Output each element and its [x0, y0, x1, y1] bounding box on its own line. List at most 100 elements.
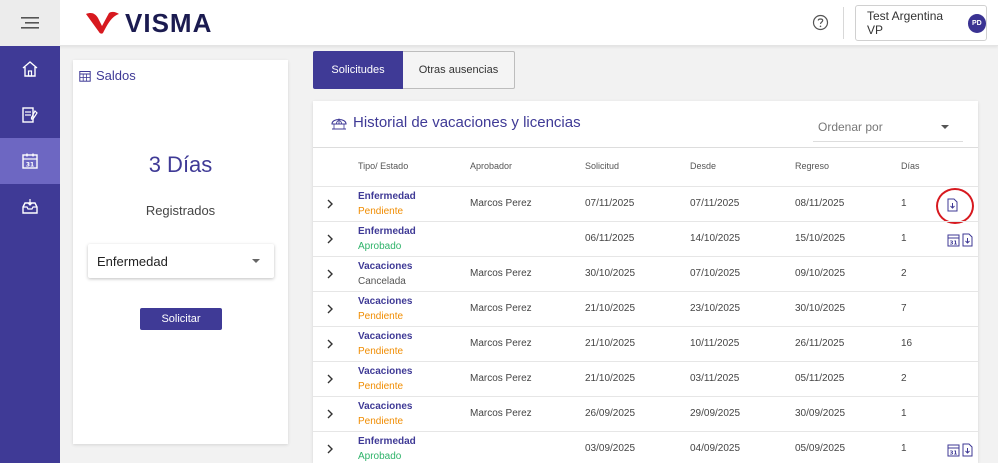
caret-down-icon[interactable] [941, 125, 949, 129]
row-from-date: 03/11/2025 [690, 373, 740, 384]
row-from-date: 23/10/2025 [690, 303, 741, 314]
chevron-right-icon[interactable] [325, 303, 335, 315]
row-from-date: 29/09/2025 [690, 408, 741, 419]
row-request-date: 21/10/2025 [585, 338, 636, 349]
row-return-date: 15/10/2025 [795, 233, 846, 244]
svg-text:31: 31 [950, 241, 958, 247]
chevron-right-icon[interactable] [325, 198, 335, 210]
visma-swoosh-icon [86, 11, 119, 34]
tab-otras-ausencias[interactable]: Otras ausencias [403, 51, 515, 89]
row-status: Cancelada [358, 276, 406, 287]
sidebar-item-requests[interactable] [0, 92, 60, 138]
row-request-date: 07/11/2025 [585, 198, 635, 209]
row-status: Pendiente [358, 381, 404, 392]
column-header-regreso[interactable]: Regreso [795, 161, 829, 171]
row-approver: Marcos Perez [470, 198, 532, 209]
beach-umbrella-icon [331, 118, 347, 129]
row-approver: Marcos Perez [470, 373, 532, 384]
row-type: Vacaciones [358, 261, 413, 272]
highlight-circle [936, 188, 974, 224]
help-icon[interactable] [812, 14, 829, 31]
visma-logo[interactable]: VISMA [85, 8, 212, 38]
row-from-date: 14/10/2025 [690, 233, 741, 244]
sort-underline [813, 141, 963, 142]
row-request-date: 03/09/2025 [585, 443, 636, 454]
calendar-add-icon[interactable]: 31 [947, 443, 960, 457]
request-button[interactable]: Solicitar [140, 308, 222, 330]
hamburger-menu-button[interactable] [0, 0, 60, 46]
chevron-right-icon[interactable] [325, 408, 335, 420]
hamburger-icon [21, 17, 39, 29]
balance-status: Registrados [145, 203, 216, 218]
row-approver: Marcos Perez [470, 268, 532, 279]
column-header-solicitud[interactable]: Solicitud [585, 161, 619, 171]
row-return-date: 30/09/2025 [795, 408, 846, 419]
sidebar-item-home[interactable] [0, 46, 60, 92]
user-name: Test Argentina VP [867, 9, 944, 37]
chevron-right-icon[interactable] [325, 443, 335, 455]
column-header-tipo[interactable]: Tipo/ Estado [358, 161, 408, 171]
row-request-date: 21/10/2025 [585, 373, 636, 384]
row-return-date: 05/11/2025 [795, 373, 845, 384]
document-edit-icon [22, 107, 38, 123]
column-header-dias[interactable]: Días [901, 161, 920, 171]
row-actions: 31 [947, 233, 974, 247]
row-return-date: 08/11/2025 [795, 198, 845, 209]
row-approver: Marcos Perez [470, 338, 532, 349]
sidebar: 31 [0, 46, 60, 463]
user-menu-button[interactable]: Test Argentina VP PD [855, 5, 987, 41]
table-row[interactable]: Vacaciones Cancelada Marcos Perez 30/10/202… [313, 256, 978, 291]
sort-select[interactable]: Ordenar por [818, 120, 883, 134]
chevron-right-icon[interactable] [325, 373, 335, 385]
svg-text:31: 31 [950, 451, 958, 457]
row-request-date: 06/11/2025 [585, 233, 635, 244]
download-file-icon[interactable] [961, 443, 974, 457]
download-file-icon[interactable] [961, 233, 974, 247]
history-card: Historial de vacaciones y licencias Orde… [313, 101, 978, 463]
row-type: Vacaciones [358, 401, 413, 412]
table-row[interactable]: Enfermedad Pendiente Marcos Perez 07/11/202… [313, 186, 978, 224]
row-days: 2 [901, 268, 907, 279]
table-row[interactable]: Vacaciones Pendiente Marcos Perez 26/09/202… [313, 396, 978, 431]
balance-card: Saldos 3 Días Registrados Enfermedad Sol… [73, 60, 288, 444]
history-title: Historial de vacaciones y licencias [331, 114, 581, 131]
chevron-right-icon[interactable] [325, 233, 335, 245]
table-row[interactable]: Vacaciones Pendiente Marcos Perez 21/10/202… [313, 291, 978, 326]
sidebar-item-inbox[interactable] [0, 184, 60, 230]
row-days: 1 [901, 408, 907, 419]
table-row[interactable]: Vacaciones Pendiente Marcos Perez 21/10/202… [313, 326, 978, 361]
chevron-right-icon[interactable] [325, 268, 335, 280]
row-status: Pendiente [358, 311, 404, 322]
row-return-date: 05/09/2025 [795, 443, 846, 454]
tab-solicitudes[interactable]: Solicitudes [313, 51, 403, 89]
table-row[interactable]: Vacaciones Pendiente Marcos Perez 21/10/202… [313, 361, 978, 396]
absence-type-select[interactable]: Enfermedad [88, 244, 274, 278]
row-actions: 31 [947, 443, 974, 457]
inbox-icon [22, 199, 38, 214]
row-status: Aprobado [358, 451, 402, 462]
avatar: PD [967, 13, 986, 33]
table-row[interactable]: Enfermedad Aprobado 03/09/2025 04/09/2025 05… [313, 431, 978, 463]
row-type: Vacaciones [358, 296, 413, 307]
column-header-desde[interactable]: Desde [690, 161, 716, 171]
row-status: Pendiente [358, 346, 404, 357]
row-type: Enfermedad [358, 436, 416, 447]
calendar-add-icon[interactable]: 31 [947, 233, 960, 247]
caret-down-icon [252, 259, 260, 263]
calendar-grid-icon [79, 70, 91, 82]
chevron-right-icon[interactable] [325, 338, 335, 350]
title-divider [313, 147, 978, 148]
sidebar-item-calendar[interactable]: 31 [0, 138, 60, 184]
table-row[interactable]: Enfermedad Aprobado 06/11/2025 14/10/2025 15… [313, 221, 978, 256]
balance-title-text: Saldos [96, 68, 136, 83]
row-days: 2 [901, 373, 907, 384]
row-type: Enfermedad [358, 191, 416, 202]
balance-days: 3 Días [148, 152, 213, 177]
column-header-aprobador[interactable]: Aprobador [470, 161, 512, 171]
row-days: 1 [901, 233, 907, 244]
row-from-date: 04/09/2025 [690, 443, 741, 454]
calendar-icon: 31 [22, 153, 38, 169]
row-days: 16 [901, 338, 913, 349]
row-return-date: 30/10/2025 [795, 303, 846, 314]
row-from-date: 10/11/2025 [690, 338, 740, 349]
